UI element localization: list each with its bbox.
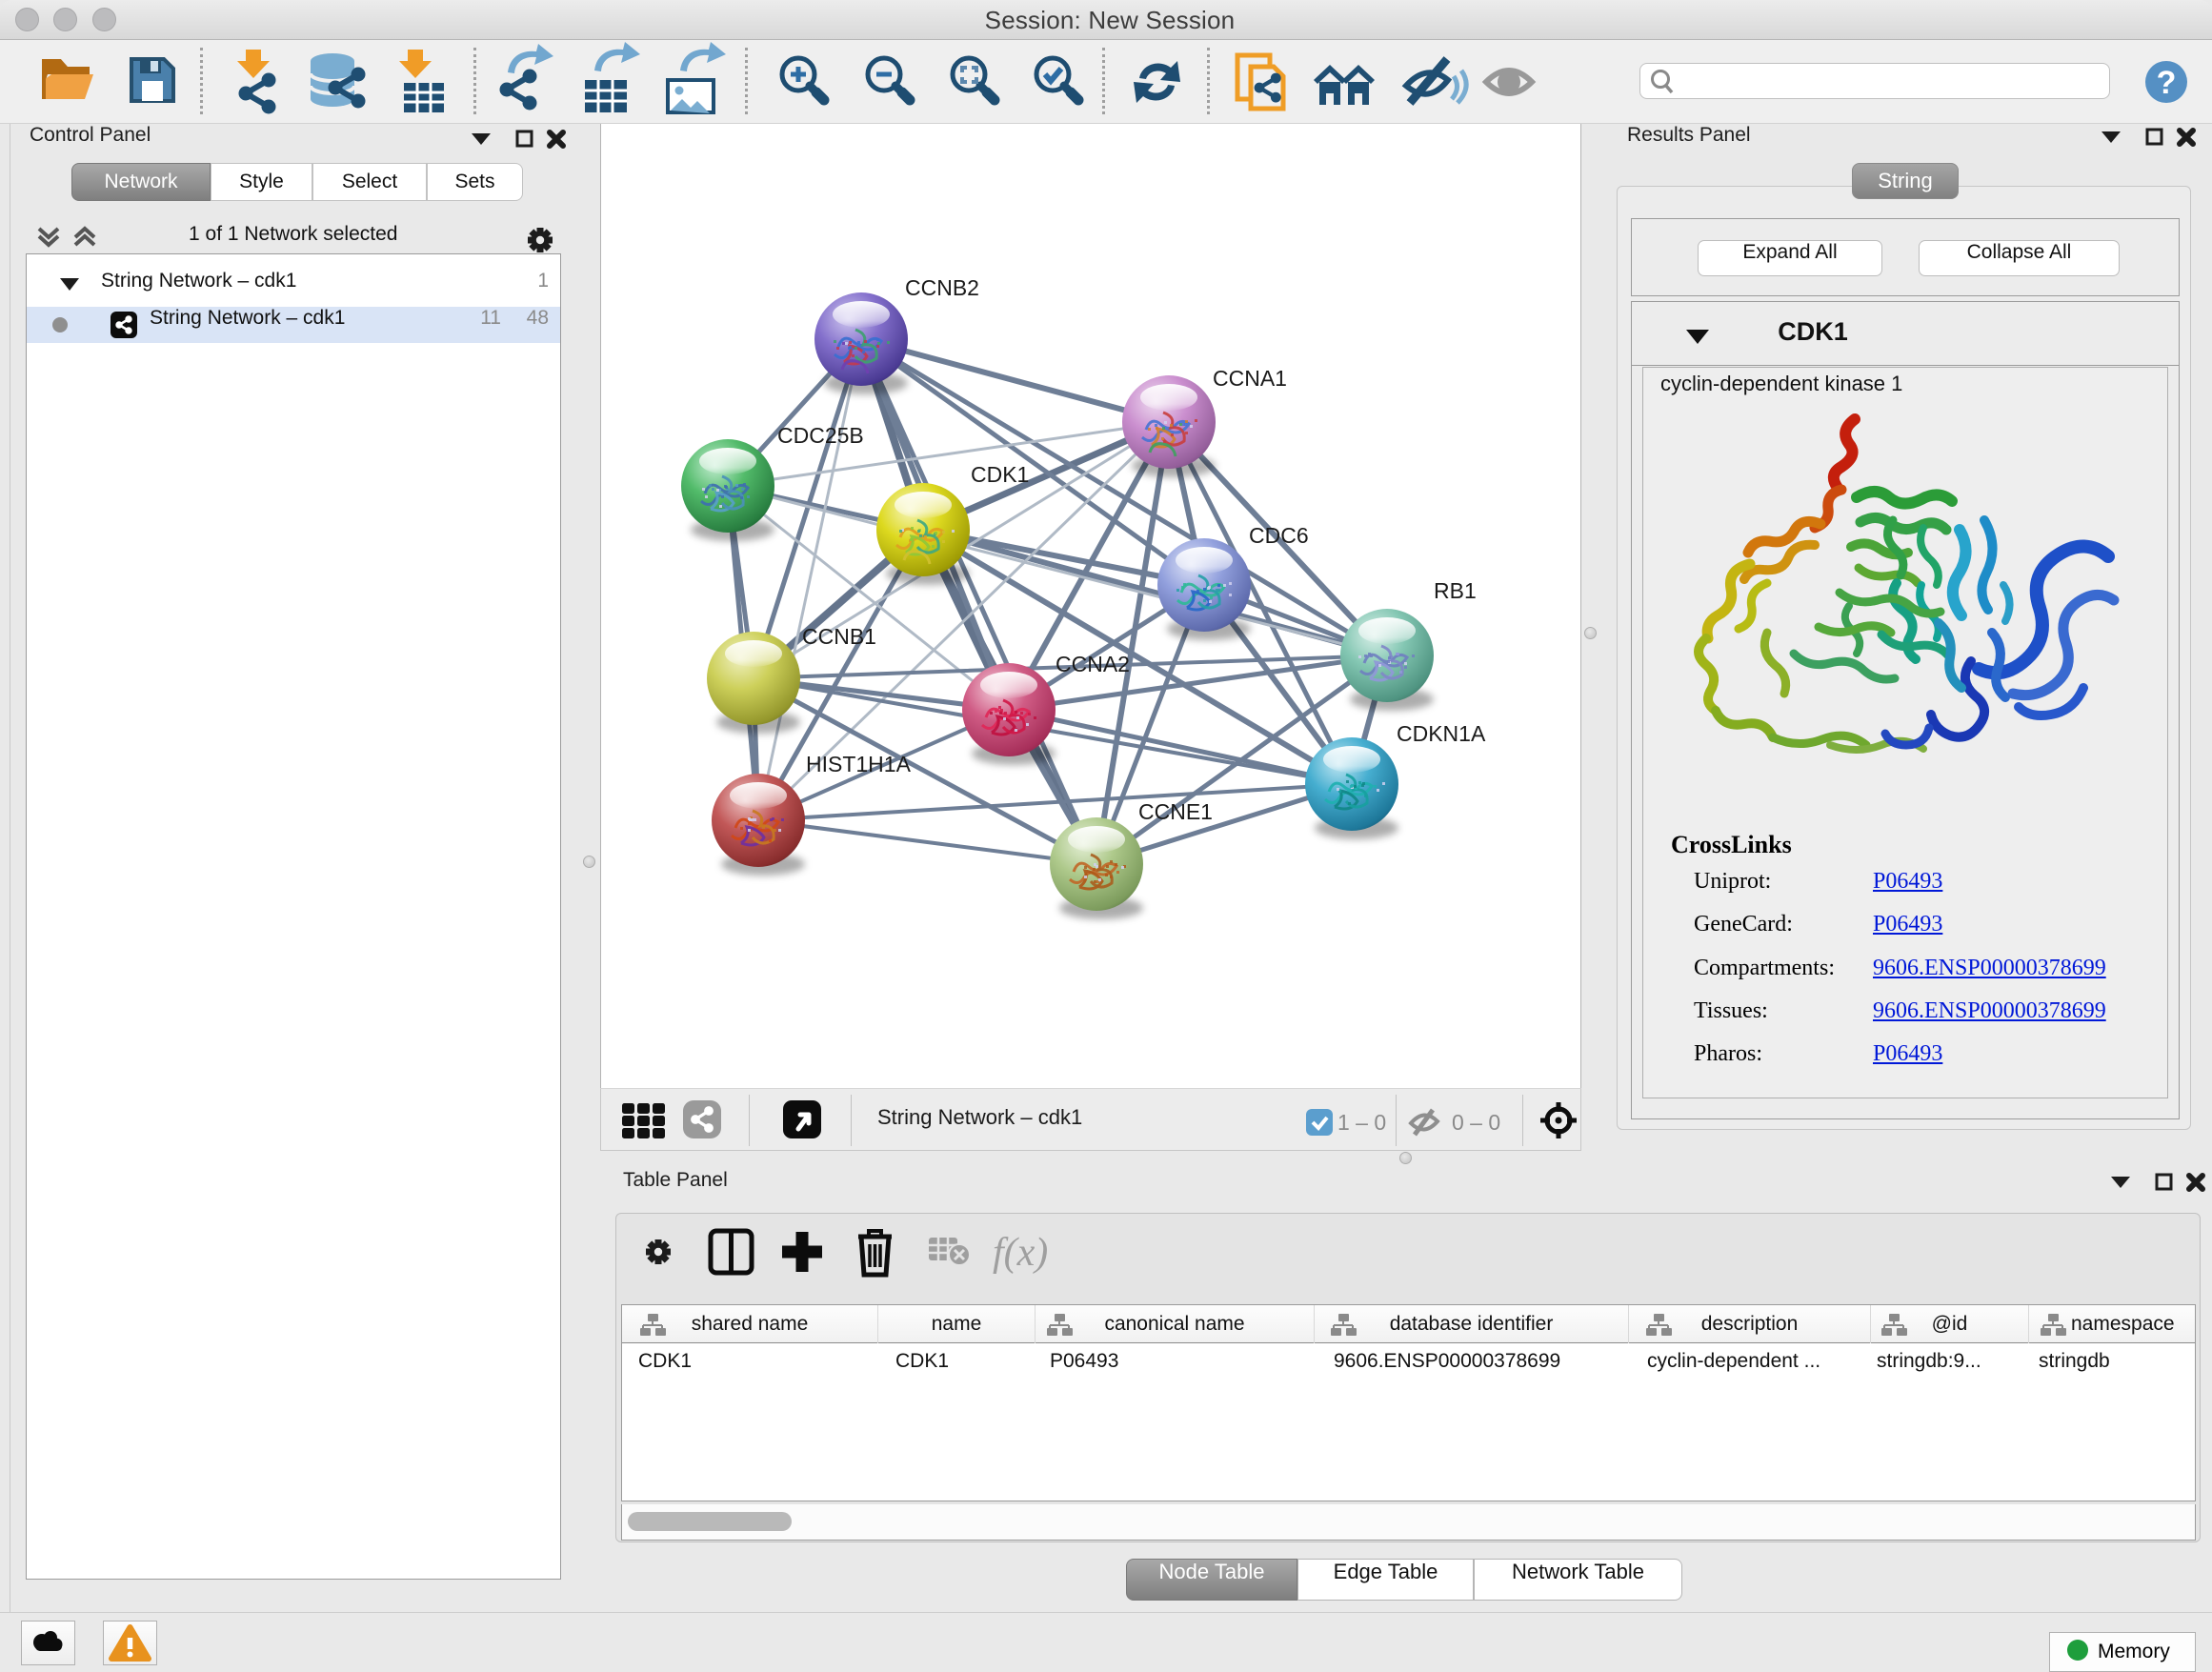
svg-text:HIST1H1A: HIST1H1A (806, 752, 912, 776)
svg-text:CDKN1A: CDKN1A (1397, 721, 1486, 746)
svg-text:CCNB1: CCNB1 (802, 624, 876, 649)
svg-text:f(x): f(x) (993, 1231, 1048, 1275)
svg-text:CCNB2: CCNB2 (905, 275, 979, 300)
svg-text:CCNE1: CCNE1 (1138, 799, 1213, 824)
svg-text:CCNA1: CCNA1 (1213, 366, 1287, 391)
svg-text:CDK1: CDK1 (971, 462, 1029, 487)
svg-text:CDC6: CDC6 (1249, 523, 1309, 548)
svg-text:1 – 0: 1 – 0 (1337, 1110, 1386, 1135)
svg-text:CCNA2: CCNA2 (1056, 652, 1130, 676)
svg-text:?: ? (2157, 65, 2177, 101)
svg-text:RB1: RB1 (1434, 578, 1477, 603)
svg-text:CDC25B: CDC25B (777, 423, 864, 448)
svg-text:0 – 0: 0 – 0 (1452, 1110, 1500, 1135)
